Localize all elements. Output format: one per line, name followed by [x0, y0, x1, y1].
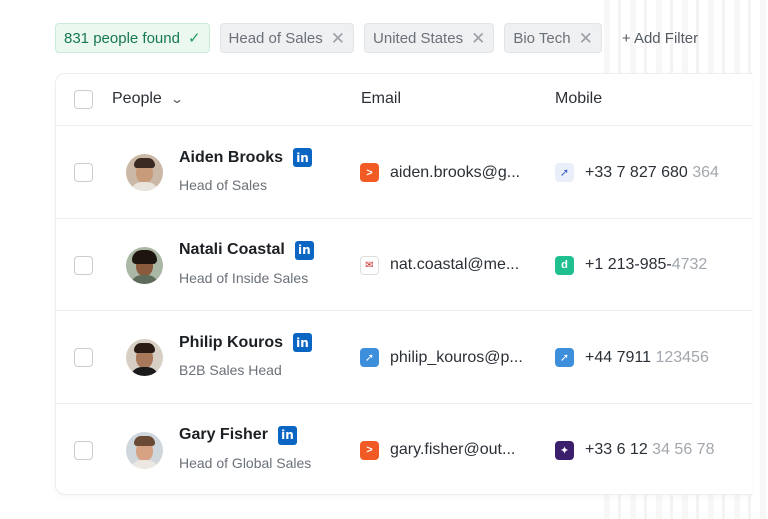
results-count-chip: 831 people found ✓ — [55, 23, 210, 53]
email-cell[interactable]: ✉ nat.coastal@me... — [360, 255, 520, 275]
add-filter-button[interactable]: + Add Filter — [612, 30, 698, 47]
person-title: Head of Sales — [179, 177, 267, 193]
mobile-value: +33 7 827 680 364 — [585, 163, 719, 181]
column-header-people[interactable]: People ⌄ — [112, 90, 184, 108]
person-title: B2B Sales Head — [179, 362, 282, 378]
mobile-cell[interactable]: ➚ +33 7 827 680 364 — [555, 163, 719, 182]
avatar — [126, 431, 163, 469]
avatar — [126, 246, 163, 284]
row-checkbox[interactable] — [74, 348, 93, 367]
people-table: People ⌄ Email Mobile Aiden Brooks in He… — [55, 73, 752, 495]
linkedin-icon[interactable]: in — [277, 425, 297, 445]
blue-rocket-source-icon: ➚ — [555, 348, 574, 367]
filter-chip-label: United States — [373, 29, 464, 47]
email-value: gary.fisher@out... — [390, 441, 516, 458]
close-icon[interactable]: ✕ — [331, 30, 345, 47]
mobile-value: +1 213-985-4732 — [585, 256, 708, 273]
table-row[interactable]: Natali Coastal in Head of Inside Sales ✉… — [56, 219, 752, 311]
person-name[interactable]: Natali Coastal in — [179, 240, 314, 260]
email-value: nat.coastal@me... — [390, 256, 520, 273]
email-value: aiden.brooks@g... — [390, 163, 521, 181]
person-name[interactable]: Gary Fisher in — [179, 425, 297, 445]
filter-chip-united-states[interactable]: United States ✕ — [364, 23, 495, 53]
filter-bar: 831 people found ✓ Head of Sales ✕ Unite… — [55, 23, 698, 53]
person-name[interactable]: Aiden Brooks in — [179, 148, 313, 167]
person-title: Head of Global Sales — [179, 454, 312, 471]
filter-chip-head-of-sales[interactable]: Head of Sales ✕ — [219, 23, 355, 53]
table-row[interactable]: Gary Fisher in Head of Global Sales > ga… — [56, 404, 752, 497]
close-icon[interactable]: ✕ — [579, 30, 593, 47]
row-checkbox[interactable] — [74, 163, 93, 182]
purple-source-icon: ✦ — [555, 440, 574, 460]
row-checkbox[interactable] — [74, 255, 93, 275]
close-icon[interactable]: ✕ — [471, 30, 485, 47]
check-icon: ✓ — [187, 30, 201, 47]
mail-source-icon: ✉ — [360, 255, 379, 275]
table-row[interactable]: Philip Kouros in B2B Sales Head ➚ philip… — [56, 311, 752, 404]
mobile-value: +44 7911 123456 — [585, 348, 709, 366]
avatar — [126, 339, 163, 376]
email-cell[interactable]: > aiden.brooks@g... — [360, 163, 520, 182]
email-cell[interactable]: ➚ philip_kouros@p... — [360, 348, 523, 367]
orange-source-icon: > — [360, 163, 379, 182]
linkedin-icon[interactable]: in — [293, 148, 313, 167]
select-all-checkbox[interactable] — [74, 90, 93, 109]
rocket-source-icon: ➚ — [555, 163, 574, 182]
filter-chip-label: Bio Tech — [513, 29, 571, 47]
avatar — [126, 154, 163, 191]
chevron-down-icon[interactable]: ⌄ — [170, 92, 184, 106]
mobile-cell[interactable]: d +1 213-985-4732 — [555, 255, 708, 275]
results-count: 831 people found — [64, 29, 180, 47]
column-header-mobile: Mobile — [555, 90, 603, 107]
email-cell[interactable]: > gary.fisher@out... — [360, 440, 516, 460]
mobile-cell[interactable]: ➚ +44 7911 123456 — [555, 348, 709, 367]
orange-source-icon: > — [360, 440, 379, 460]
mobile-value: +33 6 12 34 56 78 — [585, 441, 715, 458]
filter-chip-label: Head of Sales — [228, 29, 323, 47]
teal-d-source-icon: d — [555, 255, 574, 275]
filter-chip-bio-tech[interactable]: Bio Tech ✕ — [504, 23, 602, 53]
mobile-cell[interactable]: ✦ +33 6 12 34 56 78 — [555, 440, 715, 460]
linkedin-icon[interactable]: in — [293, 333, 312, 352]
person-title: Head of Inside Sales — [179, 269, 309, 286]
column-header-email: Email — [361, 90, 402, 107]
row-checkbox[interactable] — [74, 440, 93, 460]
linkedin-icon[interactable]: in — [294, 240, 314, 260]
blue-rocket-source-icon: ➚ — [360, 348, 379, 367]
table-header: People ⌄ Email Mobile — [56, 74, 752, 126]
person-name[interactable]: Philip Kouros in — [179, 333, 312, 352]
table-row[interactable]: Aiden Brooks in Head of Sales > aiden.br… — [56, 126, 752, 219]
email-value: philip_kouros@p... — [390, 348, 523, 366]
